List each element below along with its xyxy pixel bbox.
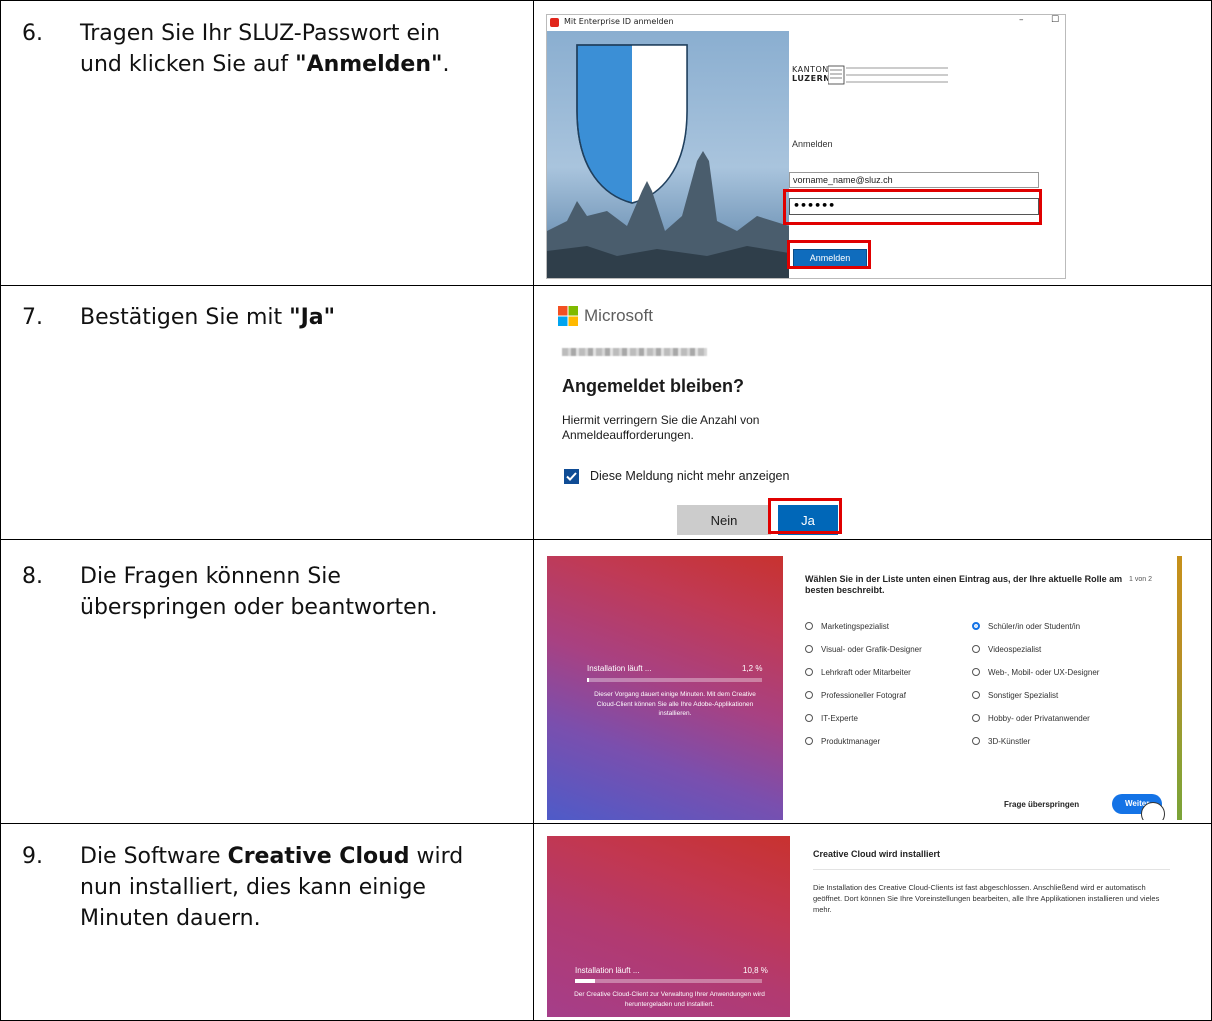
microsoft-brand: Microsoft: [584, 306, 653, 325]
chat-bubble-icon[interactable]: [1141, 802, 1165, 820]
page-counter: 1 von 2: [1129, 576, 1152, 583]
role-option[interactable]: Web-, Mobil- oder UX-Designer: [972, 668, 1099, 677]
blurred-account-name: [562, 348, 707, 356]
checkbox-label: Diese Meldung nicht mehr anzeigen: [590, 469, 790, 483]
column-divider: [533, 0, 534, 1021]
cc-install-panel: Creative Cloud wird installiert Die Inst…: [800, 836, 1200, 1017]
highlight-anmelden: [787, 240, 871, 269]
lucerne-city-image: [547, 31, 789, 278]
step-text: Tragen Sie Ihr SLUZ-Passwort ein und kli…: [80, 21, 450, 77]
progress-percent: 1,2 %: [742, 664, 763, 673]
microsoft-logo-icon: [558, 306, 578, 326]
kanton-luzern-logo: KANTON LUZERN: [792, 65, 948, 91]
progress-percent: 10,8 %: [743, 966, 768, 975]
role-option[interactable]: Professioneller Fotograf: [805, 691, 906, 700]
install-title: Creative Cloud wird installiert: [813, 849, 941, 859]
progress-info: Dieser Vorgang dauert einige Minuten. Mi…: [594, 691, 756, 717]
table-border-left: [0, 0, 1, 1021]
dialog-description: Hiermit verringern Sie die Anzahl von An…: [562, 413, 760, 442]
nein-button[interactable]: Nein: [677, 505, 771, 535]
checkmark-icon: [566, 472, 577, 481]
progress-info: Der Creative Cloud-Client zur Verwaltung…: [574, 991, 765, 1008]
step-number: 7.: [22, 305, 43, 330]
step-text: Die Software Creative Cloud wird nun ins…: [80, 844, 464, 931]
role-option-selected[interactable]: Schüler/in oder Student/in: [972, 622, 1080, 631]
row-divider: [0, 823, 1212, 824]
role-option[interactable]: Sonstiger Spezialist: [972, 691, 1058, 700]
role-option[interactable]: Marketingspezialist: [805, 622, 889, 631]
step-number: 6.: [22, 21, 43, 46]
window-edge-stripe: [1177, 556, 1182, 820]
progress-label: Installation läuft ...: [575, 966, 640, 975]
progress-bar: [575, 979, 762, 983]
question-text: Wählen Sie in der Liste unten einen Eint…: [805, 574, 1123, 595]
step-number: 9.: [22, 844, 43, 869]
role-option[interactable]: IT-Experte: [805, 714, 858, 723]
window-title: Mit Enterprise ID anmelden: [564, 17, 674, 26]
title-divider: [813, 869, 1170, 870]
row-divider: [0, 285, 1212, 286]
install-description: Die Installation des Creative Cloud-Clie…: [813, 883, 1160, 914]
progress-fill: [575, 979, 596, 983]
skip-question-link[interactable]: Frage überspringen: [1004, 800, 1079, 809]
step-text: Die Fragen könnenn Sie überspringen oder…: [80, 564, 438, 620]
role-question-panel: Wählen Sie in der Liste unten einen Eint…: [795, 556, 1183, 820]
role-option[interactable]: 3D-Künstler: [972, 737, 1030, 746]
role-option[interactable]: Produktmanager: [805, 737, 880, 746]
screenshot-role-question: Installation läuft ... 1,2 % Dieser Vorg…: [547, 556, 783, 820]
progress-label: Installation läuft ...: [587, 664, 652, 673]
highlight-password: [783, 189, 1042, 225]
login-heading: Anmelden: [792, 139, 833, 149]
role-option[interactable]: Visual- oder Grafik-Designer: [805, 645, 922, 654]
progress-bar: [587, 678, 762, 682]
window-titlebar: Mit Enterprise ID anmelden – ☐: [547, 15, 1065, 31]
minimize-button[interactable]: –: [1019, 15, 1024, 25]
step-text: Bestätigen Sie mit "Ja": [80, 305, 336, 330]
role-option[interactable]: Videospezialist: [972, 645, 1041, 654]
step-number: 8.: [22, 564, 43, 589]
email-field[interactable]: vorname_name@sluz.ch: [789, 172, 1039, 188]
role-option[interactable]: Hobby- oder Privatanwender: [972, 714, 1090, 723]
adobe-app-icon: [550, 18, 559, 27]
progress-fill: [587, 678, 590, 682]
row-divider: [0, 539, 1212, 540]
maximize-button[interactable]: ☐: [1051, 15, 1059, 25]
table-border-top: [0, 0, 1212, 1]
highlight-ja: [768, 498, 842, 534]
dont-show-again-checkbox[interactable]: [564, 469, 579, 484]
lucerne-coat-of-arms-icon: [547, 44, 789, 278]
screenshot-cc-installing: Installation läuft ... 10,8 % Der Creati…: [547, 836, 790, 1017]
dialog-title: Angemeldet bleiben?: [562, 376, 745, 396]
role-option[interactable]: Lehrkraft oder Mitarbeiter: [805, 668, 911, 677]
